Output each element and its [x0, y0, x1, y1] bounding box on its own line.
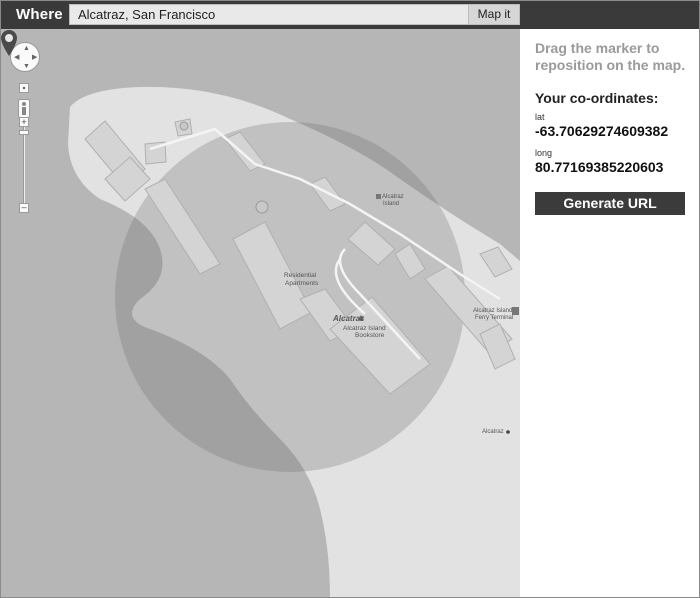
- map-label: Island: [383, 201, 399, 207]
- map-label: Alcatraz Island: [473, 308, 512, 314]
- map-label: Alcatraz: [332, 314, 364, 323]
- zoom-reset-button[interactable]: [19, 83, 29, 93]
- long-label: long: [535, 148, 553, 158]
- street-view-pegman-icon[interactable]: [18, 99, 30, 118]
- poi-dot: [255, 200, 269, 214]
- poi-icon: [376, 194, 381, 199]
- search-input[interactable]: [69, 4, 469, 25]
- top-bar: Where Map it: [0, 0, 700, 29]
- coords-heading: Your co-ordinates:: [535, 90, 659, 106]
- map-label: Alcatraz: [482, 429, 504, 435]
- chevron-down-icon[interactable]: ▼: [23, 63, 30, 70]
- poi-dot: [506, 430, 510, 434]
- lat-value: -63.70629274609382: [535, 123, 669, 139]
- map-label: Bookstore: [355, 332, 385, 339]
- map-label: Alcatraz: [382, 194, 404, 200]
- map-graphics: Alcatraz Island Residential Apartments A…: [68, 86, 520, 598]
- zoom-slider-track[interactable]: [23, 127, 25, 207]
- long-value: 80.77169385220603: [535, 159, 664, 175]
- zoom-slider-thumb[interactable]: [19, 130, 29, 135]
- map-marker-icon[interactable]: [0, 29, 18, 57]
- map-label: Residential: [284, 272, 317, 279]
- chevron-right-icon[interactable]: ▶: [32, 54, 37, 61]
- poi-dot: [179, 121, 189, 131]
- generate-url-button[interactable]: Generate URL: [535, 192, 685, 215]
- map-label: Ferry Terminal: [475, 315, 513, 321]
- app-title: Where: [16, 6, 63, 23]
- map-label: Alcatraz Island: [343, 325, 386, 332]
- poi-icon: [512, 307, 519, 315]
- lat-label: lat: [535, 112, 545, 122]
- chevron-up-icon[interactable]: ▲: [23, 45, 30, 52]
- zoom-out-button[interactable]: –: [19, 203, 29, 213]
- side-panel: Drag the marker to reposition on the map…: [520, 29, 700, 598]
- zoom-in-button[interactable]: +: [19, 117, 29, 127]
- map-label: Apartments: [285, 280, 319, 287]
- instruction-text: Drag the marker to reposition on the map…: [535, 40, 686, 73]
- map-it-button[interactable]: Map it: [468, 4, 520, 25]
- map-canvas[interactable]: Alcatraz Island Residential Apartments A…: [0, 29, 520, 598]
